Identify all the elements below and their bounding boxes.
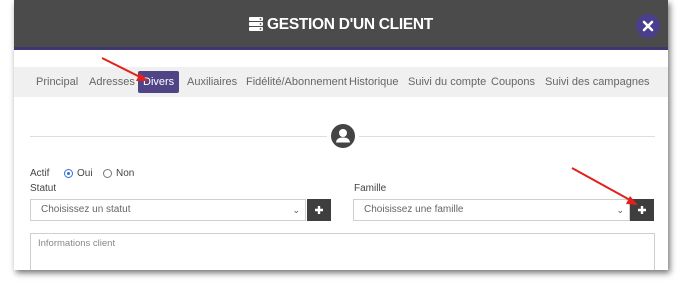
annotation-arrow-icon [101, 57, 148, 81]
annotation-arrows [101, 57, 638, 205]
annotation-arrow-icon [571, 167, 638, 205]
